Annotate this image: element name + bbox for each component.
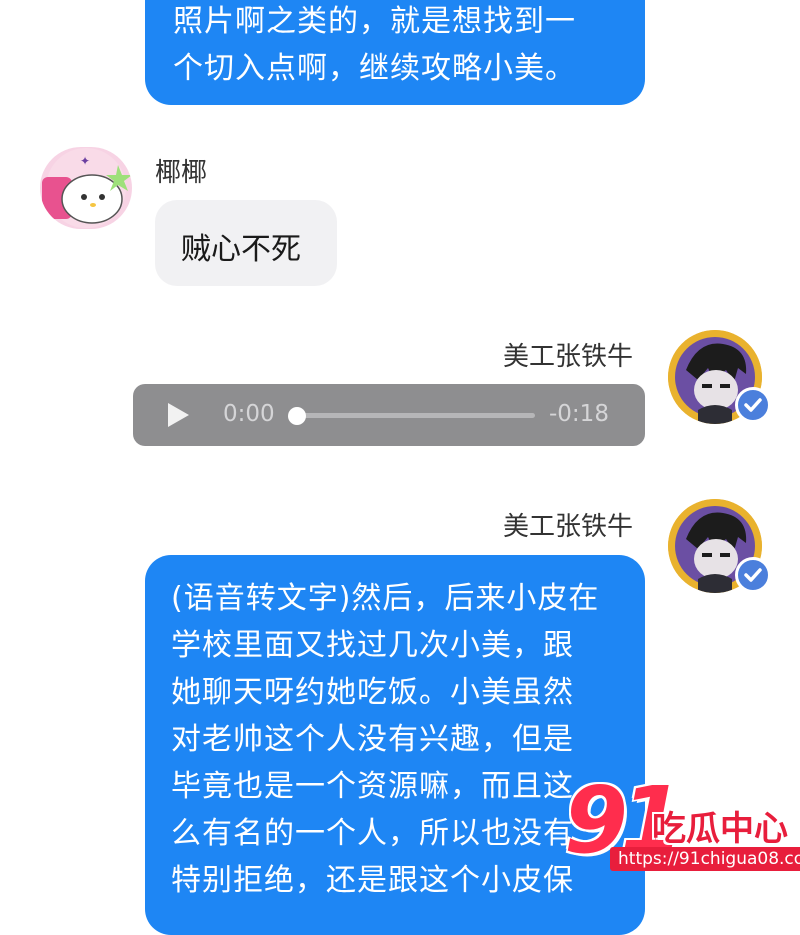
message-line: 学校里面又找过几次小美，跟: [171, 628, 574, 663]
avatar-yeye[interactable]: ✦: [40, 147, 132, 229]
audio-remaining-time: -0:18: [549, 401, 609, 427]
audio-scrubber-handle[interactable]: [288, 407, 306, 425]
audio-elapsed-time: 0:00: [223, 401, 275, 427]
watermark-text: 吃瓜中心: [652, 809, 788, 849]
outgoing-message-bubble[interactable]: 照片啊之类的，就是想找到一 个切入点啊，继续攻略小美。: [145, 0, 645, 105]
hello-kitty-avatar-icon: ✦: [42, 148, 132, 228]
verified-badge-icon: [735, 557, 771, 593]
audio-player[interactable]: 0:00 -0:18: [133, 384, 645, 446]
message-line: 对老帅这个人没有兴趣，但是: [171, 722, 574, 757]
message-line: 个切入点啊，继续攻略小美。: [173, 51, 576, 86]
play-icon[interactable]: [165, 402, 191, 432]
sender-name-meigong: 美工张铁牛: [503, 342, 634, 372]
verified-badge-icon: [735, 387, 771, 423]
watermark-url: https://91chigua08.com: [610, 847, 800, 871]
sender-name-meigong: 美工张铁牛: [503, 512, 634, 542]
audio-progress-track[interactable]: [291, 413, 535, 418]
svg-text:✦: ✦: [80, 154, 90, 168]
incoming-message-bubble[interactable]: 贼心不死: [155, 200, 337, 286]
message-line: 她聊天呀约她吃饭。小美虽然: [171, 675, 574, 710]
watermark: 91 吃瓜中心 https://91chigua08.com: [560, 767, 800, 885]
incoming-message-text: 贼心不死: [181, 232, 301, 267]
message-line: (语音转文字)然后，后来小皮在: [171, 581, 600, 616]
sender-name-yeye: 椰椰: [155, 158, 208, 188]
message-line: 照片啊之类的，就是想找到一: [173, 4, 576, 39]
